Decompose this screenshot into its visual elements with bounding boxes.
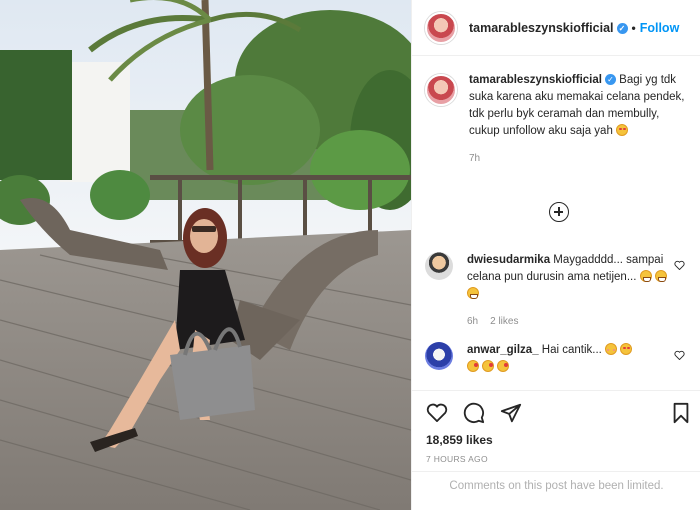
comment-meta: 6h 2 likes — [467, 313, 667, 330]
header-username-text[interactable]: tamarableszynskiofficial — [469, 21, 614, 35]
comment-body: anwar_gilza_ Hai cantik... — [467, 342, 667, 376]
comment-username[interactable]: anwar_gilza_ — [467, 344, 539, 356]
comment-likes[interactable]: 2 likes — [490, 316, 518, 327]
comment-icon[interactable] — [463, 402, 485, 424]
post-photo[interactable] — [0, 0, 411, 510]
grin-emoji-icon — [639, 270, 652, 282]
likes-count[interactable]: 18,859 likes — [426, 433, 493, 447]
post-header: tamarableszynskiofficial ✓ • Follow — [412, 0, 700, 56]
comment-like-heart-icon[interactable] — [674, 350, 685, 360]
follow-button[interactable]: Follow — [640, 21, 680, 35]
comment-body: dwiesudarmika Maygadddd... sampai celana… — [467, 252, 667, 330]
plus-circle-icon[interactable] — [549, 202, 569, 222]
grin-emoji-icon — [467, 287, 479, 299]
comment-username[interactable]: dwiesudarmika — [467, 254, 550, 266]
comment-time[interactable]: 6h — [467, 316, 478, 327]
caption-avatar[interactable] — [425, 74, 457, 106]
verified-badge-icon: ✓ — [616, 22, 628, 34]
instagram-post: tamarableszynskiofficial ✓ • Follow tamara… — [0, 0, 700, 510]
kiss-emoji-icon — [482, 360, 495, 372]
comment-item: anwar_gilza_ Hai cantik... — [425, 342, 695, 376]
commenter-avatar[interactable] — [425, 342, 453, 370]
action-icons — [426, 402, 522, 424]
post-side-panel: tamarableszynskiofficial ✓ • Follow tamara… — [411, 0, 700, 510]
bookmark-icon[interactable] — [671, 402, 691, 424]
verified-badge-icon: ✓ — [604, 74, 616, 86]
commenter-avatar[interactable] — [425, 252, 453, 280]
caption-username[interactable]: tamarableszynskiofficial — [469, 74, 602, 86]
post-caption: tamarableszynskiofficial ✓ Bagi yg tdk su… — [425, 72, 695, 167]
comment-text: Hai cantik... — [541, 344, 602, 356]
kiss-emoji-icon — [467, 360, 479, 372]
comment-like-heart-icon[interactable] — [674, 260, 685, 270]
blush-emoji-icon — [605, 343, 618, 355]
paper-plane-icon[interactable] — [500, 402, 522, 424]
kiss-emoji-icon — [497, 360, 510, 372]
heart-eyes-emoji-icon — [616, 124, 629, 136]
separator-dot: • — [631, 20, 636, 35]
comments-limited-notice: Comments on this post have been limited. — [412, 471, 700, 510]
heart-eyes-emoji-icon — [620, 343, 633, 355]
caption-time[interactable]: 7h — [469, 150, 691, 167]
caption-body: tamarableszynskiofficial ✓ Bagi yg tdk su… — [469, 72, 691, 167]
post-timestamp[interactable]: 7 HOURS AGO — [426, 454, 488, 464]
post-actions: 18,859 likes 7 HOURS AGO Comments on thi… — [412, 390, 700, 510]
author-username[interactable]: tamarableszynskiofficial ✓ • — [469, 21, 640, 35]
grin-emoji-icon — [654, 270, 667, 282]
comment-item: dwiesudarmika Maygadddd... sampai celana… — [425, 252, 695, 330]
post-image — [0, 0, 411, 510]
author-avatar[interactable] — [425, 11, 457, 44]
heart-icon[interactable] — [426, 402, 448, 422]
